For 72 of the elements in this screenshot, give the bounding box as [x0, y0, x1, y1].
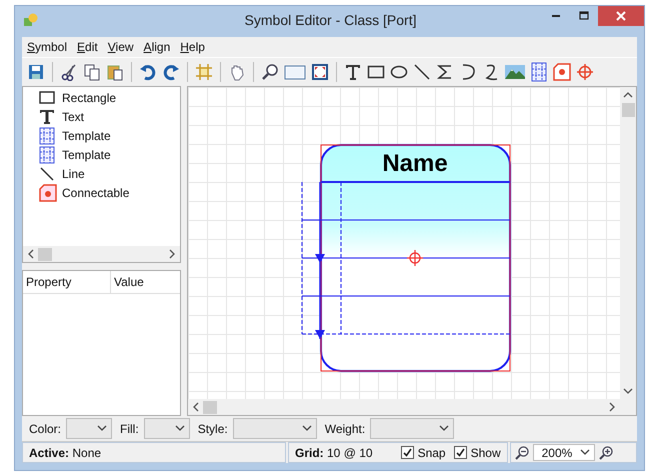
template-icon: [39, 146, 57, 164]
tree-item[interactable]: Line: [39, 164, 180, 183]
tree-item[interactable]: Template: [39, 126, 180, 145]
column-header[interactable]: Value: [111, 275, 144, 289]
tree-item[interactable]: Connectable: [39, 183, 180, 202]
undo-icon[interactable]: [138, 62, 158, 82]
connectable-tool-icon[interactable]: [552, 62, 572, 82]
chevron-down-icon: [302, 425, 312, 432]
checkbox[interactable]: Show: [454, 446, 501, 460]
active-status: Active: None: [29, 446, 102, 460]
column-header[interactable]: Property: [23, 271, 111, 293]
connectable-icon: [39, 184, 57, 202]
field-label: Style:: [198, 422, 228, 436]
menu-item[interactable]: View: [108, 40, 134, 54]
window-title: Symbol Editor - Class [Port]: [244, 12, 418, 28]
zoom-out-icon[interactable]: [514, 444, 530, 460]
tree-item[interactable]: Text: [39, 107, 180, 126]
menu-item[interactable]: Edit: [77, 40, 98, 54]
symbol-title[interactable]: Name: [382, 150, 448, 177]
menu-item[interactable]: Symbol: [27, 40, 68, 54]
save-icon[interactable]: [26, 62, 46, 82]
chevron-down-icon: [439, 425, 450, 432]
tree-item[interactable]: Rectangle: [39, 88, 180, 107]
fit-icon[interactable]: [310, 62, 330, 82]
dropdown-field[interactable]: [144, 418, 190, 439]
chevron-down-icon: [580, 449, 590, 456]
close-icon: [616, 11, 626, 21]
scroll-right-icon[interactable]: [167, 249, 177, 259]
scrollbar-thumb[interactable]: [203, 400, 217, 414]
field-label: Color:: [29, 422, 62, 436]
dropdown-field[interactable]: [370, 418, 454, 439]
template-icon: [39, 126, 57, 144]
dropdown-field[interactable]: [66, 418, 112, 439]
scroll-down-icon[interactable]: [623, 386, 633, 396]
zoom-icon[interactable]: [260, 62, 280, 82]
image-tool-icon[interactable]: [504, 62, 526, 82]
line-tool-icon[interactable]: [412, 62, 432, 82]
checkmark-icon: [402, 447, 413, 458]
zoom-in-icon[interactable]: [598, 444, 614, 460]
text-icon: [39, 109, 57, 124]
field-label: Fill:: [120, 422, 139, 436]
dropdown-field[interactable]: [232, 418, 317, 439]
chevron-down-icon: [97, 425, 108, 432]
menu-item[interactable]: Help: [180, 40, 205, 54]
crosshair-icon[interactable]: [575, 62, 595, 82]
checkbox[interactable]: Snap: [400, 446, 446, 460]
symbol-body[interactable]: [320, 144, 511, 372]
crosshair-marker[interactable]: [406, 249, 424, 267]
scroll-left-icon[interactable]: [26, 249, 36, 259]
scroll-up-icon[interactable]: [623, 90, 633, 100]
drawing-canvas[interactable]: Name: [188, 87, 620, 399]
field-label: Weight:: [324, 422, 366, 436]
close-button[interactable]: [598, 6, 644, 26]
template-tool-icon[interactable]: [529, 61, 549, 83]
scroll-left-icon[interactable]: [191, 402, 201, 412]
app-icon: [23, 12, 39, 28]
maximize-icon: [579, 11, 589, 21]
copy-icon[interactable]: [82, 62, 102, 82]
template-compartments[interactable]: [302, 182, 510, 334]
text-tool-icon[interactable]: [343, 62, 363, 82]
zoom-dropdown[interactable]: 200%: [532, 444, 595, 461]
grid-status: Grid: 10 @ 10: [295, 446, 373, 460]
scrollbar-thumb[interactable]: [622, 103, 634, 117]
rectangle-icon: [39, 91, 57, 104]
chevron-down-icon: [174, 425, 185, 432]
scrollbar-thumb[interactable]: [38, 248, 52, 260]
tree-item[interactable]: Template: [39, 145, 180, 164]
scroll-right-icon[interactable]: [607, 402, 617, 412]
redo-icon[interactable]: [161, 62, 181, 82]
minimize-icon: [552, 15, 560, 17]
checkmark-icon: [454, 447, 466, 458]
menu-item[interactable]: Align: [144, 40, 170, 54]
